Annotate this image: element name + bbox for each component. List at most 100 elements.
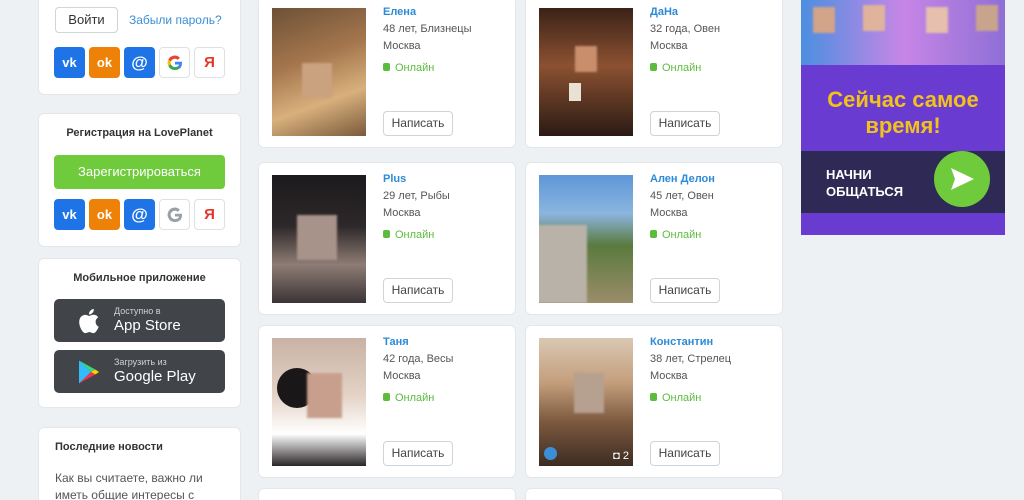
ok-login-button[interactable]: ok	[89, 47, 120, 78]
online-status: Онлайн	[650, 62, 701, 74]
register-button[interactable]: Зарегистрироваться	[54, 155, 225, 189]
write-message-button[interactable]: Написать	[650, 111, 720, 136]
photo-count-value: 2	[622, 450, 629, 462]
blurred-face	[926, 7, 948, 33]
ad-banner[interactable]: Сейчас самое время! НАЧНИ ОБЩАТЬСЯ	[801, 0, 1005, 235]
android-icon	[383, 230, 390, 239]
mobile-icon	[650, 63, 657, 72]
profile-age-sign: 48 лет, Близнецы	[383, 23, 472, 35]
forgot-password-link[interactable]: Забыли пароль?	[129, 13, 222, 27]
verified-badge-icon	[544, 447, 557, 460]
profile-card[interactable]: Елена 48 лет, Близнецы Москва Онлайн Нап…	[258, 0, 516, 148]
profile-card[interactable]: ДаНа 32 года, Овен Москва Онлайн Написат…	[525, 0, 783, 148]
profile-name[interactable]: Plus	[383, 173, 406, 185]
blurred-person	[539, 225, 587, 303]
google-icon	[167, 207, 182, 222]
profile-age-sign: 38 лет, Стрелец	[650, 353, 732, 365]
profile-photo[interactable]	[539, 175, 633, 303]
camera-icon: ◘	[613, 450, 620, 462]
android-icon	[383, 393, 390, 402]
profile-name[interactable]: ДаНа	[650, 6, 678, 18]
google-play-caption: Загрузить из	[114, 357, 167, 367]
send-arrow-icon	[951, 168, 974, 190]
online-status: Онлайн	[650, 392, 701, 404]
profile-card[interactable]: Таня 42 года, Весы Москва Онлайн Написат…	[258, 325, 516, 478]
online-status-label: Онлайн	[395, 62, 435, 74]
write-message-button[interactable]: Написать	[383, 278, 453, 303]
profile-name[interactable]: Елена	[383, 6, 416, 18]
write-message-button[interactable]: Написать	[650, 441, 720, 466]
yandex-login-button[interactable]: Я	[194, 47, 225, 78]
profile-photo[interactable]: ◘ 2	[539, 338, 633, 466]
apple-icon	[79, 309, 99, 334]
write-message-button[interactable]: Написать	[650, 278, 720, 303]
google-login-button[interactable]	[159, 47, 190, 78]
blurred-face	[813, 7, 835, 33]
ad-photos-strip	[801, 0, 1005, 65]
profile-card[interactable]: Plus 29 лет, Рыбы Москва Онлайн Написать	[258, 162, 516, 315]
android-icon	[650, 393, 657, 402]
login-button[interactable]: Войти	[55, 7, 118, 33]
android-icon	[650, 230, 657, 239]
vk-login-button[interactable]: vk	[54, 47, 85, 78]
news-card: Последние новости Как вы считаете, важно…	[38, 427, 241, 500]
blurred-face	[297, 215, 337, 260]
write-message-button[interactable]: Написать	[383, 111, 453, 136]
ad-cta-text[interactable]: НАЧНИ ОБЩАТЬСЯ	[826, 166, 926, 200]
profile-age-sign: 29 лет, Рыбы	[383, 190, 450, 202]
blurred-face	[307, 373, 342, 418]
mobile-app-title: Мобильное приложение	[73, 272, 206, 284]
registration-title: Регистрация на LovePlanet	[66, 127, 213, 139]
yandex-register-button[interactable]: Я	[194, 199, 225, 230]
news-title: Последние новости	[55, 441, 163, 453]
google-play-icon	[79, 360, 99, 384]
profile-city: Москва	[650, 370, 688, 382]
news-item-text[interactable]: Как вы считаете, важно ли иметь общие ин…	[55, 470, 225, 500]
google-icon	[167, 55, 182, 70]
app-store-label: App Store	[114, 317, 181, 334]
profile-age-sign: 32 года, Овен	[650, 23, 721, 35]
online-status: Онлайн	[383, 229, 434, 241]
ad-send-button[interactable]	[934, 151, 990, 207]
online-status-label: Онлайн	[662, 392, 702, 404]
profile-age-sign: 45 лет, Овен	[650, 190, 714, 202]
profile-photo[interactable]	[539, 8, 633, 136]
online-status-label: Онлайн	[395, 392, 435, 404]
login-card: Войти Забыли пароль? vk ok @ Я	[38, 0, 241, 95]
google-play-button[interactable]: Загрузить из Google Play	[54, 350, 225, 393]
vk-register-button[interactable]: vk	[54, 199, 85, 230]
google-register-button[interactable]	[159, 199, 190, 230]
profile-photo[interactable]	[272, 8, 366, 136]
social-register-row: vk ok @ Я	[54, 199, 225, 230]
online-status-label: Онлайн	[662, 62, 702, 74]
profile-city: Москва	[650, 40, 688, 52]
mail-register-button[interactable]: @	[124, 199, 155, 230]
profile-photo[interactable]	[272, 175, 366, 303]
online-status-label: Онлайн	[395, 229, 435, 241]
profile-card[interactable]	[525, 488, 783, 500]
mail-login-button[interactable]: @	[124, 47, 155, 78]
profile-name[interactable]: Таня	[383, 336, 409, 348]
profile-city: Москва	[383, 40, 421, 52]
android-icon	[383, 63, 390, 72]
profile-name[interactable]: Константин	[650, 336, 713, 348]
ad-slogan: Сейчас самое время!	[827, 87, 979, 138]
blurred-face	[575, 46, 597, 72]
write-message-button[interactable]: Написать	[383, 441, 453, 466]
ok-register-button[interactable]: ok	[89, 199, 120, 230]
photo-count[interactable]: ◘ 2	[613, 450, 629, 462]
blurred-face	[863, 5, 885, 31]
social-login-row: vk ok @ Я	[54, 47, 225, 78]
app-store-button[interactable]: Доступно в App Store	[54, 299, 225, 342]
profile-card[interactable]	[258, 488, 516, 500]
mobile-app-card: Мобильное приложение Доступно в App Stor…	[38, 258, 241, 408]
profile-card[interactable]: ◘ 2 Константин 38 лет, Стрелец Москва Он…	[525, 325, 783, 478]
profile-photo[interactable]	[272, 338, 366, 466]
app-store-caption: Доступно в	[114, 306, 161, 316]
registration-card: Регистрация на LovePlanet Зарегистрирова…	[38, 113, 241, 247]
profile-name[interactable]: Ален Делон	[650, 173, 715, 185]
online-status: Онлайн	[650, 229, 701, 241]
profile-card[interactable]: Ален Делон 45 лет, Овен Москва Онлайн На…	[525, 162, 783, 315]
blurred-face	[574, 373, 604, 413]
online-status: Онлайн	[383, 62, 434, 74]
